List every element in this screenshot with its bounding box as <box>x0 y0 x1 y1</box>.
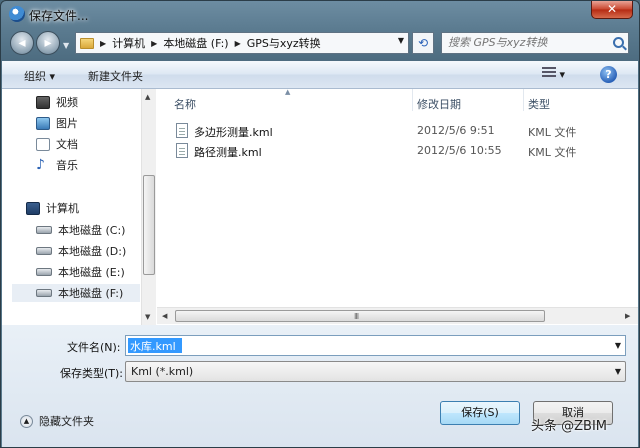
filetype-value: Kml (*.kml) <box>131 365 194 378</box>
file-row[interactable]: 多边形测量.kml 2012/5/6 9:51 KML 文件 <box>174 122 614 140</box>
scroll-left-icon[interactable]: ◀ <box>162 312 167 320</box>
recent-pages-dropdown-icon[interactable]: ▼ <box>63 41 69 50</box>
breadcrumb-computer[interactable]: 计算机 <box>112 35 145 51</box>
filename-label: 文件名(N): <box>67 341 121 354</box>
sidebar-item-label: 本地磁盘 (C:) <box>58 224 126 237</box>
sidebar-item-label: 计算机 <box>46 202 79 215</box>
column-header-date[interactable]: 修改日期 <box>417 96 461 112</box>
watermark: 头条 @ZBIM <box>531 419 608 434</box>
sidebar-item-label: 视频 <box>56 96 78 109</box>
hide-folders-toggle[interactable]: ▲ 隐藏文件夹 <box>20 413 94 429</box>
breadcrumb-gps-folder[interactable]: GPS与xyz转换 <box>247 35 321 51</box>
file-name: 路径测量.kml <box>194 146 262 159</box>
filename-input[interactable] <box>128 338 182 353</box>
column-header-type[interactable]: 类型 <box>528 96 550 112</box>
breadcrumb-separator-icon[interactable]: ▶ <box>151 39 157 48</box>
scroll-up-icon[interactable]: ▲ <box>145 93 150 101</box>
window-title: 保存文件... <box>29 9 89 23</box>
file-date: 2012/5/6 9:51 <box>417 124 495 137</box>
kml-file-icon <box>176 143 188 158</box>
file-row[interactable]: 路径测量.kml 2012/5/6 10:55 KML 文件 <box>174 142 614 160</box>
filename-dropdown-icon[interactable]: ▼ <box>615 341 621 350</box>
sidebar-item-drive-e[interactable]: 本地磁盘 (E:) <box>36 263 125 281</box>
horizontal-scrollbar[interactable]: ◀ III ▶ <box>157 307 638 324</box>
filetype-label: 保存类型(T): <box>60 367 124 380</box>
scroll-right-icon[interactable]: ▶ <box>625 312 630 320</box>
column-header-name[interactable]: 名称 <box>174 96 196 112</box>
forward-button[interactable]: ▸ <box>36 31 60 55</box>
navigation-bar: ◂ ▸ ▼ ▶ 计算机 ▶ 本地磁盘 (F:) ▶ GPS与xyz转换 ▼ ⟲ <box>1 29 639 59</box>
search-icon[interactable] <box>613 37 624 48</box>
sidebar-item-label: 本地磁盘 (D:) <box>58 245 127 258</box>
search-box[interactable] <box>441 32 629 54</box>
breadcrumb-separator-icon[interactable]: ▶ <box>100 39 106 48</box>
hard-drive-icon <box>36 247 52 255</box>
collapse-arrow-icon: ▲ <box>20 414 33 428</box>
google-earth-app-icon <box>9 6 25 22</box>
sort-ascending-icon: ▲ <box>285 88 291 96</box>
sidebar-item-label: 图片 <box>56 117 78 130</box>
sidebar-item-documents[interactable]: 文档 <box>36 135 78 153</box>
navigation-pane: 视频 图片 文档 ♪ 音乐 计算机 本地磁盘 (C:) 本地磁盘 (D:) 本地… <box>2 89 142 325</box>
view-dropdown-icon: ▾ <box>559 68 566 81</box>
filetype-dropdown-icon[interactable]: ▼ <box>615 367 621 376</box>
horizontal-scroll-thumb[interactable]: III <box>175 310 545 322</box>
folder-icon <box>80 37 94 49</box>
document-library-icon <box>36 137 50 151</box>
file-date: 2012/5/6 10:55 <box>417 144 502 157</box>
hard-drive-icon <box>36 289 52 297</box>
sidebar-item-drive-d[interactable]: 本地磁盘 (D:) <box>36 242 126 260</box>
filetype-select[interactable]: Kml (*.kml) ▼ <box>125 361 626 382</box>
scroll-down-icon[interactable]: ▼ <box>145 313 150 321</box>
file-type: KML 文件 <box>528 126 577 139</box>
video-library-icon <box>36 95 50 109</box>
view-options-button[interactable]: ▾ <box>542 67 565 81</box>
title-bar: 保存文件... ✕ <box>1 1 639 27</box>
command-toolbar: 组织 ▾ 新建文件夹 ▾ ? <box>2 61 638 89</box>
sidebar-item-label: 本地磁盘 (F:) <box>58 287 124 300</box>
organize-button[interactable]: 组织 ▾ <box>24 68 55 84</box>
breadcrumb-drive-f[interactable]: 本地磁盘 (F:) <box>163 35 228 51</box>
address-dropdown-icon[interactable]: ▼ <box>398 36 404 45</box>
view-list-icon <box>542 67 556 78</box>
sidebar-item-computer[interactable]: 计算机 <box>26 199 79 217</box>
address-bar[interactable]: ▶ 计算机 ▶ 本地磁盘 (F:) ▶ GPS与xyz转换 ▼ <box>75 32 409 54</box>
kml-file-icon <box>176 123 188 138</box>
close-button[interactable]: ✕ <box>591 1 633 19</box>
filename-combobox[interactable]: ▼ <box>125 335 626 356</box>
hard-drive-icon <box>36 226 52 234</box>
sidebar-item-label: 文档 <box>56 138 78 151</box>
music-note-icon: ♪ <box>36 156 45 173</box>
save-button[interactable]: 保存(S) <box>440 401 520 425</box>
breadcrumb-separator-icon[interactable]: ▶ <box>235 39 241 48</box>
sidebar-item-drive-f[interactable]: 本地磁盘 (F:) <box>12 284 140 302</box>
sidebar-item-pictures[interactable]: 图片 <box>36 114 78 132</box>
column-divider[interactable] <box>523 89 524 111</box>
hard-drive-icon <box>36 268 52 276</box>
computer-icon <box>26 201 40 215</box>
column-divider[interactable] <box>412 89 413 111</box>
sidebar-item-music[interactable]: ♪ 音乐 <box>36 156 78 174</box>
file-type: KML 文件 <box>528 146 577 159</box>
sidebar-item-drive-c[interactable]: 本地磁盘 (C:) <box>36 221 125 239</box>
file-list: ▲ 名称 修改日期 类型 多边形测量.kml 2012/5/6 9:51 KML… <box>157 88 638 325</box>
back-button[interactable]: ◂ <box>10 31 34 55</box>
scroll-grip-icon: III <box>354 312 359 321</box>
sidebar-scroll-thumb[interactable] <box>143 175 155 275</box>
save-file-dialog: 保存文件... ✕ ◂ ▸ ▼ ▶ 计算机 ▶ 本地磁盘 (F:) ▶ GPS与… <box>0 0 640 448</box>
sidebar-item-label: 本地磁盘 (E:) <box>58 266 125 279</box>
picture-library-icon <box>36 116 50 130</box>
refresh-button[interactable]: ⟲ <box>412 32 434 54</box>
help-icon[interactable]: ? <box>600 66 617 83</box>
hide-folders-label: 隐藏文件夹 <box>39 415 94 428</box>
search-input[interactable] <box>448 36 608 49</box>
file-name: 多边形测量.kml <box>194 126 273 139</box>
sidebar-item-videos[interactable]: 视频 <box>36 93 78 111</box>
sidebar-scrollbar[interactable]: ▲ ▼ <box>141 89 156 325</box>
browser-area: 视频 图片 文档 ♪ 音乐 计算机 本地磁盘 (C:) 本地磁盘 (D:) 本地… <box>2 88 638 325</box>
sidebar-item-label: 音乐 <box>56 159 78 172</box>
new-folder-button[interactable]: 新建文件夹 <box>88 68 143 84</box>
